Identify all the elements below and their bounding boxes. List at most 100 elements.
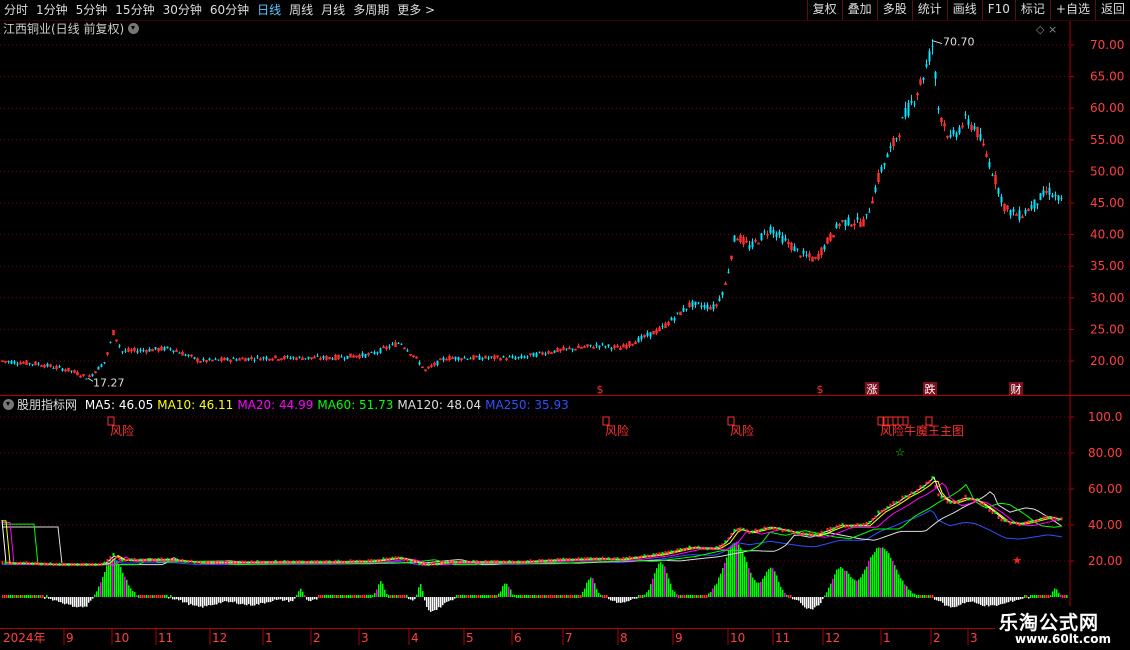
toolbar-button[interactable]: 叠加 <box>841 0 877 20</box>
indicator-candle <box>286 560 289 564</box>
indicator-name[interactable]: 股朋指标网 <box>17 398 77 412</box>
candle-body <box>928 51 931 62</box>
toolbar-button[interactable]: 标记 <box>1014 0 1050 20</box>
histogram-bar <box>578 595 580 598</box>
histogram-bar <box>610 597 612 601</box>
histogram-bar <box>120 567 122 597</box>
histogram-bar <box>144 595 146 598</box>
indicator-candle <box>268 560 271 564</box>
histogram-bar <box>302 591 304 597</box>
indicator-candle <box>541 559 544 563</box>
period-tab[interactable]: 分时 <box>0 0 32 20</box>
toolbar-button[interactable]: F10 <box>981 0 1015 20</box>
indicator-candle <box>919 485 922 489</box>
indicator-candle <box>589 557 592 561</box>
histogram-bar <box>310 597 312 602</box>
histogram-bar <box>830 583 832 597</box>
indicator-candle <box>862 522 865 526</box>
histogram-bar <box>366 595 368 598</box>
toolbar-button[interactable]: +自选 <box>1049 0 1095 20</box>
toolbar-button[interactable]: 复权 <box>806 0 842 20</box>
indicator-candle <box>124 558 127 562</box>
chevron-down-icon[interactable] <box>3 399 14 410</box>
histogram-bar <box>102 577 104 597</box>
histogram-bar <box>232 597 234 603</box>
histogram-bar <box>384 589 386 597</box>
histogram-bar <box>818 597 820 606</box>
period-tab[interactable]: 更多 > <box>393 0 439 20</box>
histogram-bar <box>952 597 954 608</box>
indicator-candle <box>547 558 550 562</box>
indicator-candle <box>763 526 766 530</box>
histogram-bar <box>286 597 288 600</box>
histogram-bar <box>50 597 52 600</box>
histogram-bar <box>512 594 514 597</box>
candle-body <box>1030 205 1033 210</box>
histogram-bar <box>418 587 420 597</box>
indicator-candle <box>322 560 325 564</box>
histogram-bar <box>244 597 246 605</box>
candle-body <box>847 217 850 226</box>
candle-body <box>979 134 982 141</box>
histogram-bar <box>496 595 498 598</box>
indicator-candle <box>517 560 520 564</box>
indicator-grid <box>0 416 1070 562</box>
indicator-candle <box>4 561 7 565</box>
histogram-bar <box>616 597 618 603</box>
histogram-bar <box>618 597 620 603</box>
indicator-candle <box>769 526 772 530</box>
indicator-candle <box>1036 519 1039 523</box>
candle-body <box>490 356 493 358</box>
candle-body <box>856 217 859 220</box>
candle-body <box>388 346 391 348</box>
histogram-bar <box>966 597 968 603</box>
candle-body <box>733 235 736 242</box>
candle-body <box>289 358 292 360</box>
toolbar-button[interactable]: 统计 <box>911 0 947 20</box>
histogram-bar <box>134 591 136 597</box>
indicator-candle <box>571 558 574 562</box>
indicator-candle <box>223 560 226 564</box>
indicator-candle <box>385 557 388 561</box>
indicator-candle <box>637 556 640 560</box>
period-tab[interactable]: 日线 <box>253 0 285 20</box>
candle-body <box>439 358 442 361</box>
indicator-candle <box>646 554 649 558</box>
period-tab[interactable]: 多周期 <box>349 0 393 20</box>
histogram-bar <box>998 597 1000 605</box>
indicator-candle <box>442 561 445 565</box>
histogram-bar <box>172 597 174 600</box>
toolbar-button[interactable]: 返回 <box>1094 0 1130 20</box>
period-tab[interactable]: 月线 <box>317 0 349 20</box>
toolbar-button[interactable]: 多股 <box>876 0 912 20</box>
histogram-bar <box>36 595 38 598</box>
histogram-bar <box>454 597 456 599</box>
period-tab[interactable]: 1分钟 <box>32 0 72 20</box>
histogram-bar <box>360 595 362 598</box>
indicator-candle <box>1 561 4 565</box>
chart-canvas[interactable]: 70.70 17.27 70.00 65.00 60.00 55.00 50.00 45.0… <box>0 0 1130 650</box>
histogram-bar <box>1038 595 1040 598</box>
chart-corner-icons[interactable]: ◇ × <box>1036 23 1057 36</box>
period-tab[interactable]: 15分钟 <box>111 0 158 20</box>
period-tab[interactable]: 5分钟 <box>72 0 112 20</box>
indicator-candle <box>355 559 358 563</box>
histogram-bar <box>676 593 678 597</box>
period-tab[interactable]: 60分钟 <box>206 0 253 20</box>
chevron-down-icon[interactable] <box>128 23 140 34</box>
price-tick-label: 60.00 <box>1090 101 1124 115</box>
histogram-bar <box>192 597 194 606</box>
price-tick-label: 35.00 <box>1090 259 1124 273</box>
histogram-bar <box>748 568 750 597</box>
candle-body <box>7 361 10 363</box>
indicator-candle <box>757 529 760 533</box>
indicator-candle <box>418 562 421 566</box>
indicator-candle <box>982 502 985 506</box>
stock-title[interactable]: 江西铜业(日线 前复权) <box>3 21 140 37</box>
indicator-candle <box>133 557 136 561</box>
toolbar-button[interactable]: 画线 <box>946 0 982 20</box>
period-tab[interactable]: 周线 <box>285 0 317 20</box>
indicator-candle <box>943 497 946 501</box>
histogram-bar <box>606 595 608 598</box>
period-tab[interactable]: 30分钟 <box>159 0 206 20</box>
